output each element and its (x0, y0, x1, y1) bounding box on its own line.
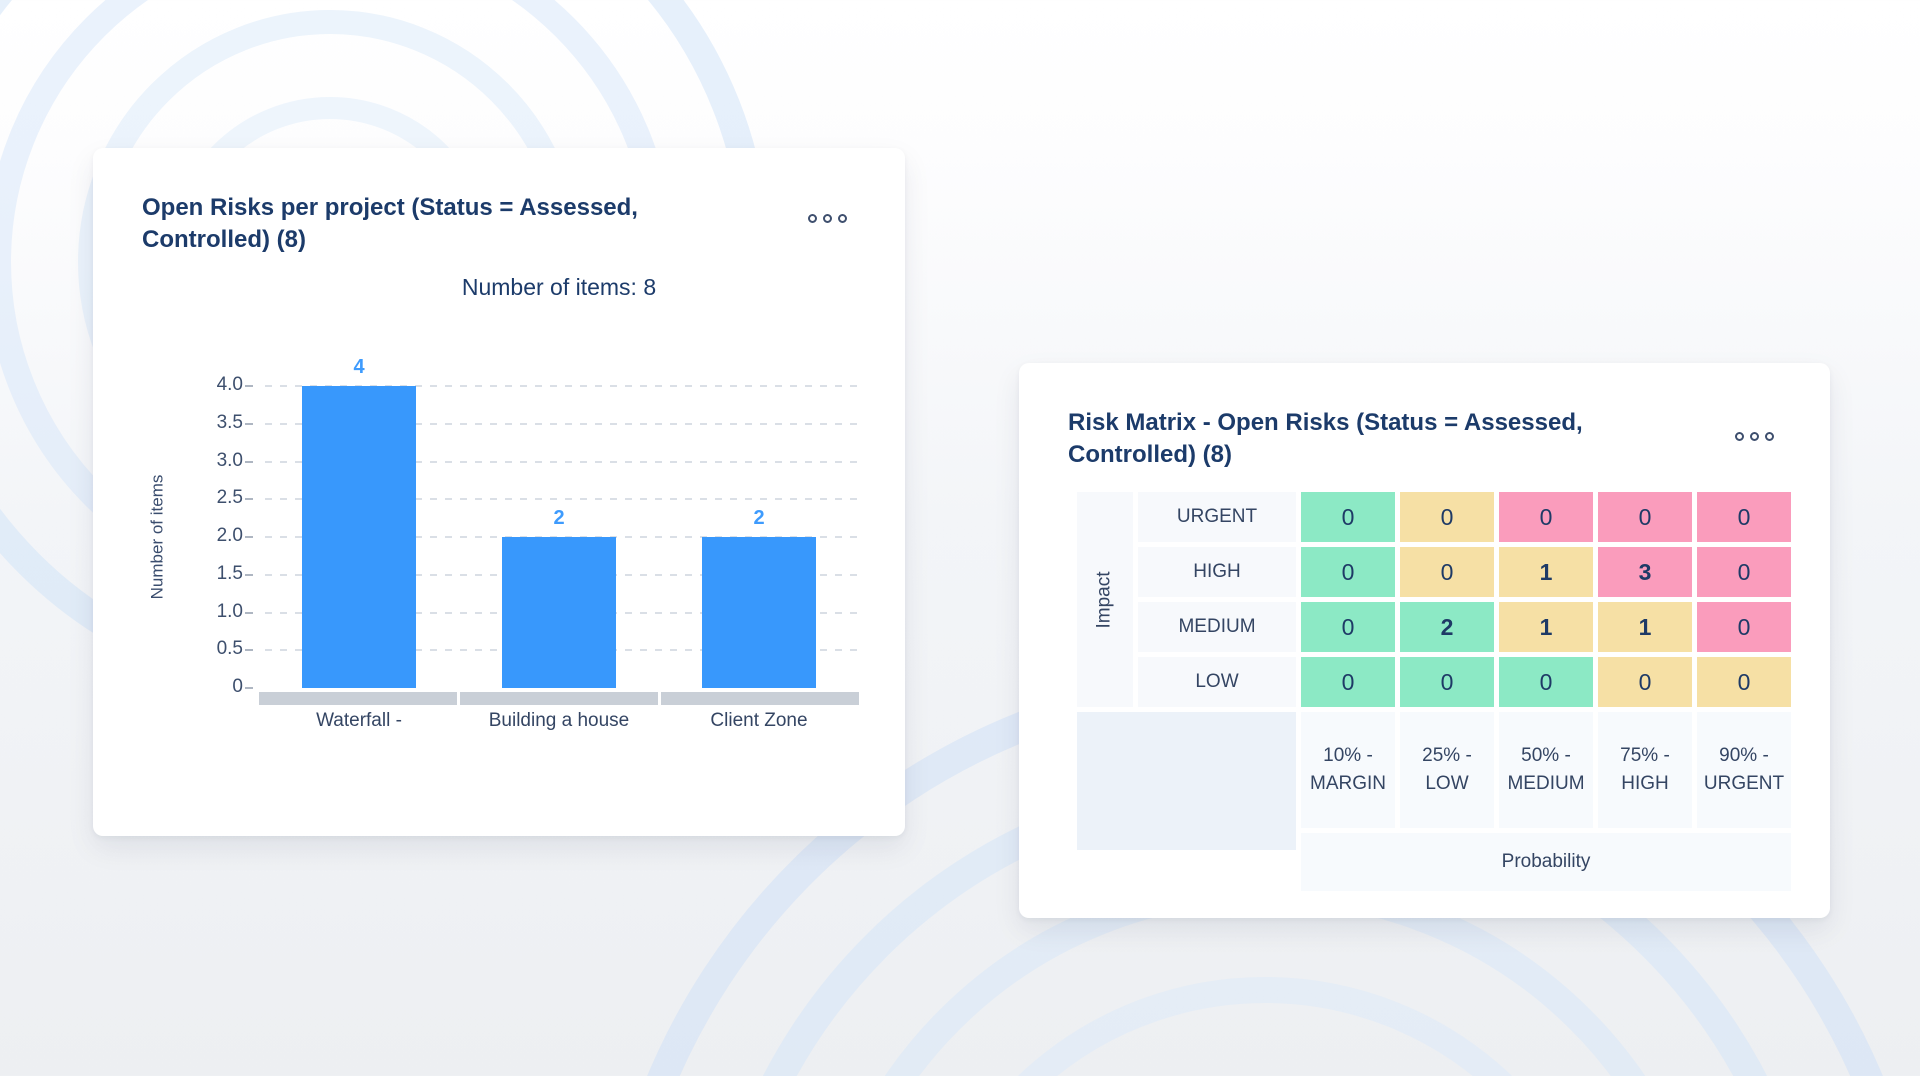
risk-matrix-cell[interactable]: 0 (1400, 492, 1494, 542)
impact-row-label: MEDIUM (1138, 602, 1296, 652)
impact-row-label: HIGH (1138, 547, 1296, 597)
probability-column-header: 50% - MEDIUM (1499, 712, 1593, 828)
risk-matrix-cell[interactable]: 0 (1499, 657, 1593, 707)
risk-matrix-cell[interactable]: 1 (1598, 602, 1692, 652)
probability-column-header: 25% - LOW (1400, 712, 1494, 828)
dot-icon (1735, 432, 1744, 441)
y-axis-tick-label: 4.0 (195, 374, 243, 396)
risk-matrix-cell[interactable]: 1 (1499, 602, 1593, 652)
risk-matrix-cell[interactable]: 1 (1499, 547, 1593, 597)
risk-matrix-cell[interactable]: 0 (1301, 547, 1395, 597)
chart-subtitle: Number of items: 8 (259, 274, 859, 301)
risk-matrix-table: ImpactURGENT00000HIGH00130MEDIUM02110LOW… (1077, 492, 1791, 891)
y-axis-tick-label: 1.5 (195, 563, 243, 585)
probability-axis-label: Probability (1301, 833, 1791, 891)
bar-value-label: 2 (659, 507, 859, 530)
bar[interactable] (502, 537, 616, 688)
risk-matrix-cell[interactable]: 0 (1301, 657, 1395, 707)
dot-icon (1750, 432, 1759, 441)
probability-column-header: 75% - HIGH (1598, 712, 1692, 828)
dashboard-background: { "icons": { "card_menu": "three-dots-ho… (0, 0, 1920, 1076)
risk-matrix-cell[interactable]: 0 (1499, 492, 1593, 542)
x-axis-labels: Waterfall -Building a houseClient Zone (259, 710, 859, 732)
risk-matrix-cell[interactable]: 0 (1301, 602, 1395, 652)
risk-matrix-cell[interactable]: 0 (1697, 657, 1791, 707)
widget-menu-button[interactable] (804, 210, 851, 227)
x-axis-category-label: Building a house (459, 710, 659, 732)
y-axis-tick (245, 574, 253, 576)
y-axis-tick (245, 687, 253, 689)
probability-column-header: 10% - MARGIN (1301, 712, 1395, 828)
impact-row-label: URGENT (1138, 492, 1296, 542)
bar[interactable] (702, 537, 816, 688)
bar-chart-plot-area: 4.03.53.02.52.01.51.00.50422 (259, 386, 859, 688)
y-axis-tick (245, 423, 253, 425)
impact-row-label: LOW (1138, 657, 1296, 707)
dot-icon (808, 214, 817, 223)
risk-matrix-cell[interactable]: 0 (1598, 492, 1692, 542)
risk-matrix-cell[interactable]: 0 (1697, 547, 1791, 597)
widget-title: Risk Matrix - Open Risks (Status = Asses… (1068, 407, 1688, 471)
x-axis-category-label: Waterfall - (259, 710, 459, 732)
probability-column-header: 90% - URGENT (1697, 712, 1791, 828)
y-axis-tick-label: 0.5 (195, 638, 243, 660)
y-axis-tick-label: 0 (195, 676, 243, 698)
y-axis-tick-label: 1.0 (195, 601, 243, 623)
y-axis-tick (245, 461, 253, 463)
risk-matrix-cell[interactable]: 0 (1697, 492, 1791, 542)
risk-matrix-cell[interactable]: 0 (1400, 657, 1494, 707)
matrix-corner-spacer (1077, 712, 1296, 850)
x-axis-band-segment (661, 692, 859, 705)
open-risks-per-project-widget: Open Risks per project (Status = Assesse… (93, 148, 905, 836)
y-axis-tick (245, 385, 253, 387)
dot-icon (823, 214, 832, 223)
x-axis-band (259, 692, 859, 705)
dot-icon (838, 214, 847, 223)
widget-menu-button[interactable] (1731, 428, 1778, 445)
risk-matrix-cell[interactable]: 0 (1400, 547, 1494, 597)
y-axis-tick-label: 2.0 (195, 525, 243, 547)
risk-matrix-cell[interactable]: 0 (1598, 657, 1692, 707)
y-axis-title: Number of items (145, 386, 169, 688)
risk-matrix-cell[interactable]: 3 (1598, 547, 1692, 597)
x-axis-category-label: Client Zone (659, 710, 859, 732)
risk-matrix-cell[interactable]: 0 (1697, 602, 1791, 652)
y-axis-tick (245, 649, 253, 651)
widget-title: Open Risks per project (Status = Assesse… (142, 192, 762, 256)
bar-value-label: 2 (459, 507, 659, 530)
y-axis-tick-label: 2.5 (195, 487, 243, 509)
x-axis-band-segment (259, 692, 457, 705)
y-axis-tick-label: 3.0 (195, 450, 243, 472)
impact-axis-label: Impact (1077, 492, 1133, 707)
risk-matrix-cell[interactable]: 0 (1301, 492, 1395, 542)
bar-value-label: 4 (259, 356, 459, 379)
risk-matrix-cell[interactable]: 2 (1400, 602, 1494, 652)
risk-matrix-widget: Risk Matrix - Open Risks (Status = Asses… (1019, 363, 1830, 918)
y-axis-tick (245, 498, 253, 500)
x-axis-band-segment (460, 692, 658, 705)
y-axis-tick (245, 612, 253, 614)
y-axis-tick (245, 536, 253, 538)
bar[interactable] (302, 386, 416, 688)
y-axis-tick-label: 3.5 (195, 412, 243, 434)
dot-icon (1765, 432, 1774, 441)
